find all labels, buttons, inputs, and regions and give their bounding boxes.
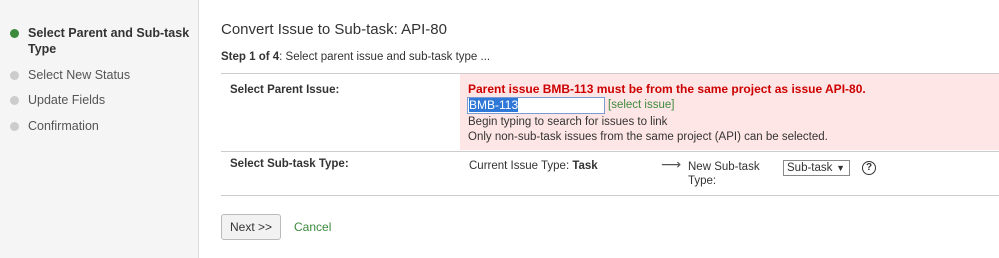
step-description: : Select parent issue and sub-task type … <box>279 51 491 63</box>
page-title: Convert Issue to Sub-task: API-80 <box>221 21 447 38</box>
step-label: Select New Status <box>28 68 131 82</box>
current-type-prefix: Current Issue Type: <box>469 160 573 172</box>
error-message: Parent issue BMB-113 must be from the sa… <box>468 82 866 96</box>
new-subtask-type-label: New Sub-task Type: <box>688 161 760 187</box>
main-panel: Convert Issue to Sub-task: API-80 Step 1… <box>221 0 999 258</box>
step-confirmation: Confirmation <box>10 118 193 134</box>
step-select-new-status: Select New Status <box>10 67 193 83</box>
subtask-type-select[interactable]: Sub-task ▼ <box>783 160 850 176</box>
subtask-type-label: Select Sub-task Type: <box>230 158 349 170</box>
dropdown-caret-icon: ▼ <box>836 163 845 173</box>
step-dot-icon <box>10 122 19 131</box>
divider <box>221 151 999 152</box>
step-select-parent: Select Parent and Sub-task Type <box>10 25 193 57</box>
step-indicator: Step 1 of 4: Select parent issue and sub… <box>221 51 490 63</box>
step-label: Confirmation <box>28 119 99 133</box>
divider <box>221 195 999 196</box>
step-update-fields: Update Fields <box>10 92 193 108</box>
parent-issue-label: Select Parent Issue: <box>230 84 340 96</box>
select-issue-link[interactable]: [select issue] <box>608 99 674 111</box>
step-label: Select Parent and Sub-task Type <box>28 26 190 56</box>
parent-issue-value: BMB-113 <box>469 98 519 112</box>
current-issue-type: Current Issue Type: Task <box>469 160 598 172</box>
next-button[interactable]: Next >> <box>221 214 281 240</box>
parent-issue-input[interactable]: BMB-113 <box>467 97 605 114</box>
arrow-right-icon: ⟶ <box>661 156 682 172</box>
step-dot-icon <box>10 96 19 105</box>
parent-help-text: Begin typing to search for issues to lin… <box>468 116 668 128</box>
wizard-sidebar: Select Parent and Sub-task Type Select N… <box>0 0 199 258</box>
parent-help-note: Only non-sub-task issues from the same p… <box>468 131 828 143</box>
step-label: Update Fields <box>28 93 106 107</box>
subtask-type-value: Sub-task <box>787 162 833 174</box>
step-prefix: Step 1 of 4 <box>221 51 280 63</box>
active-step-dot-icon <box>10 29 19 38</box>
cancel-link[interactable]: Cancel <box>294 220 331 234</box>
current-type-value: Task <box>572 160 598 172</box>
step-dot-icon <box>10 71 19 80</box>
help-icon[interactable]: ? <box>862 161 876 175</box>
